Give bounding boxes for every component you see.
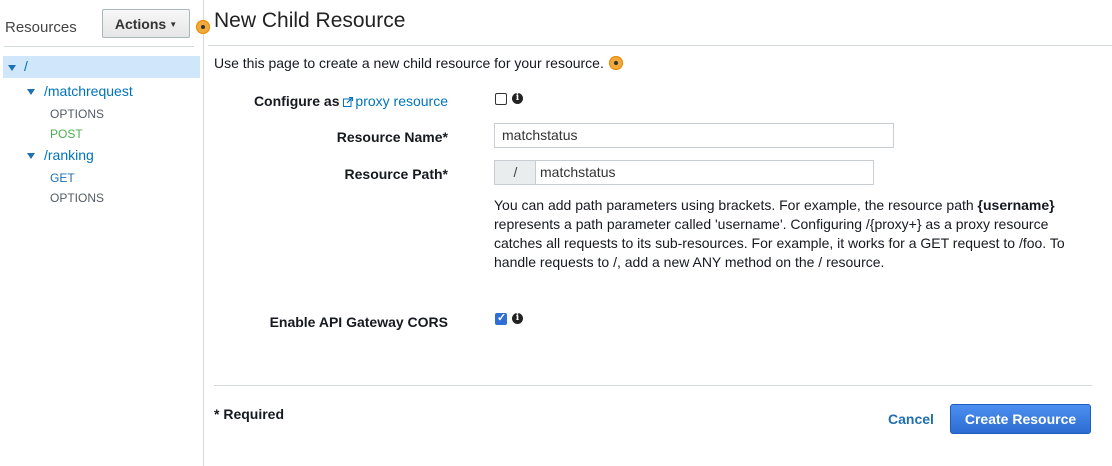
tree-label-root: /	[24, 58, 28, 74]
cors-label: Enable API Gateway CORS	[269, 314, 448, 330]
path-help-text: You can add path parameters using bracke…	[494, 196, 1084, 272]
resource-path-label: Resource Path*	[344, 166, 448, 182]
orange-marker-icon	[609, 56, 623, 70]
cors-checkbox[interactable]	[495, 311, 507, 325]
external-link-icon	[343, 97, 354, 107]
tree-item-ranking[interactable]: /ranking	[0, 146, 200, 166]
header-divider	[208, 45, 1112, 46]
help-text-part2: represents a path parameter called 'user…	[494, 216, 1065, 270]
info-icon[interactable]: i	[512, 313, 523, 324]
method-options[interactable]: OPTIONS	[50, 107, 104, 121]
proxy-resource-link[interactable]: proxy resource	[343, 93, 448, 109]
actions-button[interactable]: Actions ▼	[102, 9, 190, 38]
method-post[interactable]: POST	[50, 127, 83, 141]
help-text-bold: {username}	[977, 197, 1055, 213]
cancel-button[interactable]: Cancel	[888, 411, 934, 427]
create-resource-button[interactable]: Create Resource	[950, 404, 1091, 434]
resource-name-input[interactable]: matchstatus	[494, 123, 894, 148]
resource-name-label: Resource Name*	[336, 129, 448, 145]
footer-divider	[214, 385, 1092, 386]
orange-marker-icon	[196, 20, 210, 34]
tree-label-ranking: /ranking	[44, 147, 94, 163]
proxy-checkbox[interactable]	[495, 93, 507, 105]
resource-path-input[interactable]: matchstatus	[535, 160, 874, 185]
page-title: New Child Resource	[214, 9, 406, 32]
intro-text: Use this page to create a new child reso…	[214, 55, 604, 71]
resources-sidebar: Resources Actions ▼ / /matchrequest OPTI…	[0, 0, 204, 466]
tree-item-matchrequest[interactable]: /matchrequest	[0, 82, 200, 102]
method-options[interactable]: OPTIONS	[50, 191, 104, 205]
configure-as-text: Configure as	[253, 93, 340, 109]
tree-item-root[interactable]: /	[3, 56, 200, 78]
proxy-resource-text: proxy resource	[355, 93, 448, 109]
resource-path-prefix: /	[494, 160, 536, 185]
tree-expand-icon[interactable]	[27, 89, 35, 95]
caret-down-icon: ▼	[169, 20, 178, 29]
sidebar-title: Resources	[5, 19, 77, 36]
required-note: * Required	[214, 406, 285, 422]
actions-label: Actions	[114, 15, 167, 32]
method-get[interactable]: GET	[50, 171, 75, 185]
info-icon[interactable]: i	[512, 93, 523, 104]
tree-expand-icon[interactable]	[8, 65, 16, 71]
configure-proxy-label: Configure as proxy resource	[230, 93, 448, 109]
sidebar-divider	[4, 46, 194, 47]
tree-label-matchrequest: /matchrequest	[44, 83, 133, 99]
tree-expand-icon[interactable]	[27, 153, 35, 159]
help-text-part1: You can add path parameters using bracke…	[494, 197, 978, 213]
